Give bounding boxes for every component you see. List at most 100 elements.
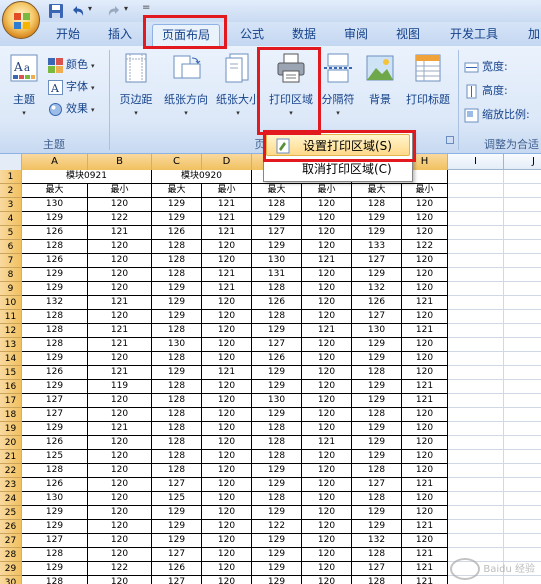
cell[interactable]: 128 [22, 338, 88, 352]
row-header-30[interactable]: 30 [0, 576, 22, 584]
cell[interactable]: 120 [202, 562, 252, 576]
cell[interactable]: 120 [302, 506, 352, 520]
cell[interactable]: 132 [22, 296, 88, 310]
cell[interactable]: 120 [302, 562, 352, 576]
cell[interactable] [448, 534, 504, 548]
cell[interactable]: 127 [352, 310, 402, 324]
row-header-7[interactable]: 7 [0, 254, 22, 268]
cell[interactable]: 128 [352, 366, 402, 380]
cell[interactable]: 126 [352, 296, 402, 310]
cell[interactable] [448, 506, 504, 520]
column-header-d[interactable]: D [202, 154, 252, 170]
cell[interactable]: 120 [402, 352, 448, 366]
tab-addins[interactable]: 加 [522, 22, 541, 46]
cell[interactable] [504, 464, 541, 478]
cell[interactable]: 128 [152, 240, 202, 254]
cell[interactable] [448, 226, 504, 240]
cell[interactable]: 120 [302, 282, 352, 296]
undo-icon[interactable] [70, 3, 86, 19]
cell[interactable]: 120 [402, 534, 448, 548]
cell[interactable]: 129 [352, 436, 402, 450]
cell[interactable]: 128 [152, 436, 202, 450]
cell[interactable]: 128 [352, 408, 402, 422]
cell[interactable]: 120 [402, 226, 448, 240]
cell[interactable] [448, 198, 504, 212]
cell[interactable] [504, 450, 541, 464]
cell[interactable]: 122 [402, 240, 448, 254]
cell[interactable] [448, 310, 504, 324]
cell[interactable]: 129 [252, 240, 302, 254]
cell[interactable] [504, 520, 541, 534]
cell[interactable]: 最大 [152, 184, 202, 198]
office-button[interactable] [2, 1, 40, 39]
cell[interactable]: 129 [22, 352, 88, 366]
redo-dropdown[interactable]: ▾ [124, 4, 128, 13]
cell[interactable]: 126 [252, 296, 302, 310]
cell[interactable]: 120 [302, 296, 352, 310]
cell[interactable]: 120 [88, 394, 152, 408]
cell[interactable]: 121 [402, 296, 448, 310]
cell[interactable]: 120 [88, 254, 152, 268]
cell[interactable] [504, 296, 541, 310]
cell[interactable]: 121 [402, 324, 448, 338]
cell[interactable]: 127 [22, 408, 88, 422]
cell[interactable]: 最大 [22, 184, 88, 198]
cell[interactable]: 129 [152, 282, 202, 296]
cell[interactable] [448, 282, 504, 296]
cell[interactable]: 120 [202, 450, 252, 464]
cell[interactable]: 121 [402, 394, 448, 408]
row-header-4[interactable]: 4 [0, 212, 22, 226]
worksheet[interactable]: ABCDEFGHIJ 12345678910111213141516171819… [0, 154, 541, 584]
cell[interactable]: 126 [22, 254, 88, 268]
cell[interactable]: 129 [22, 380, 88, 394]
cell[interactable]: 120 [302, 352, 352, 366]
cell[interactable]: 128 [152, 464, 202, 478]
cell[interactable]: 120 [402, 506, 448, 520]
cell[interactable]: 120 [302, 478, 352, 492]
row-header-5[interactable]: 5 [0, 226, 22, 240]
cell[interactable]: 129 [352, 268, 402, 282]
cell[interactable]: 120 [202, 240, 252, 254]
cell[interactable]: 127 [352, 254, 402, 268]
scale-width-field[interactable]: 宽度: [464, 58, 508, 75]
cell[interactable]: 128 [252, 282, 302, 296]
redo-icon[interactable] [106, 3, 122, 19]
cell[interactable]: 130 [22, 198, 88, 212]
cell[interactable]: 127 [352, 562, 402, 576]
cell[interactable] [504, 408, 541, 422]
cell[interactable] [448, 422, 504, 436]
orientation-button[interactable]: 纸张方向 ▾ [160, 52, 212, 117]
cell[interactable]: 121 [202, 226, 252, 240]
row-header-27[interactable]: 27 [0, 534, 22, 548]
cell[interactable]: 130 [252, 394, 302, 408]
row-header-29[interactable]: 29 [0, 562, 22, 576]
cell[interactable]: 120 [402, 198, 448, 212]
cell[interactable] [504, 338, 541, 352]
cell[interactable] [504, 352, 541, 366]
cell[interactable]: 126 [22, 226, 88, 240]
cell[interactable] [504, 268, 541, 282]
cell[interactable]: 120 [302, 464, 352, 478]
cell[interactable]: 128 [152, 450, 202, 464]
cell[interactable]: 129 [352, 338, 402, 352]
cell[interactable]: 121 [402, 548, 448, 562]
cell[interactable]: 最小 [402, 184, 448, 198]
cell[interactable]: 120 [88, 310, 152, 324]
cell[interactable]: 120 [202, 324, 252, 338]
tab-formulas[interactable]: 公式 [232, 22, 272, 46]
cell[interactable]: 120 [302, 520, 352, 534]
cell[interactable]: 129 [352, 506, 402, 520]
cell[interactable]: 最小 [88, 184, 152, 198]
themes-button[interactable]: A a 主题 ▾ [6, 52, 42, 117]
cell[interactable]: 121 [302, 254, 352, 268]
tab-developer[interactable]: 开发工具 [442, 22, 506, 46]
cell[interactable] [448, 212, 504, 226]
cell[interactable]: 120 [88, 492, 152, 506]
cell[interactable]: 125 [22, 450, 88, 464]
cell[interactable] [504, 394, 541, 408]
cell[interactable] [504, 254, 541, 268]
row-header-20[interactable]: 20 [0, 436, 22, 450]
cell[interactable]: 128 [22, 240, 88, 254]
row-header-13[interactable]: 13 [0, 338, 22, 352]
cell[interactable]: 126 [252, 352, 302, 366]
